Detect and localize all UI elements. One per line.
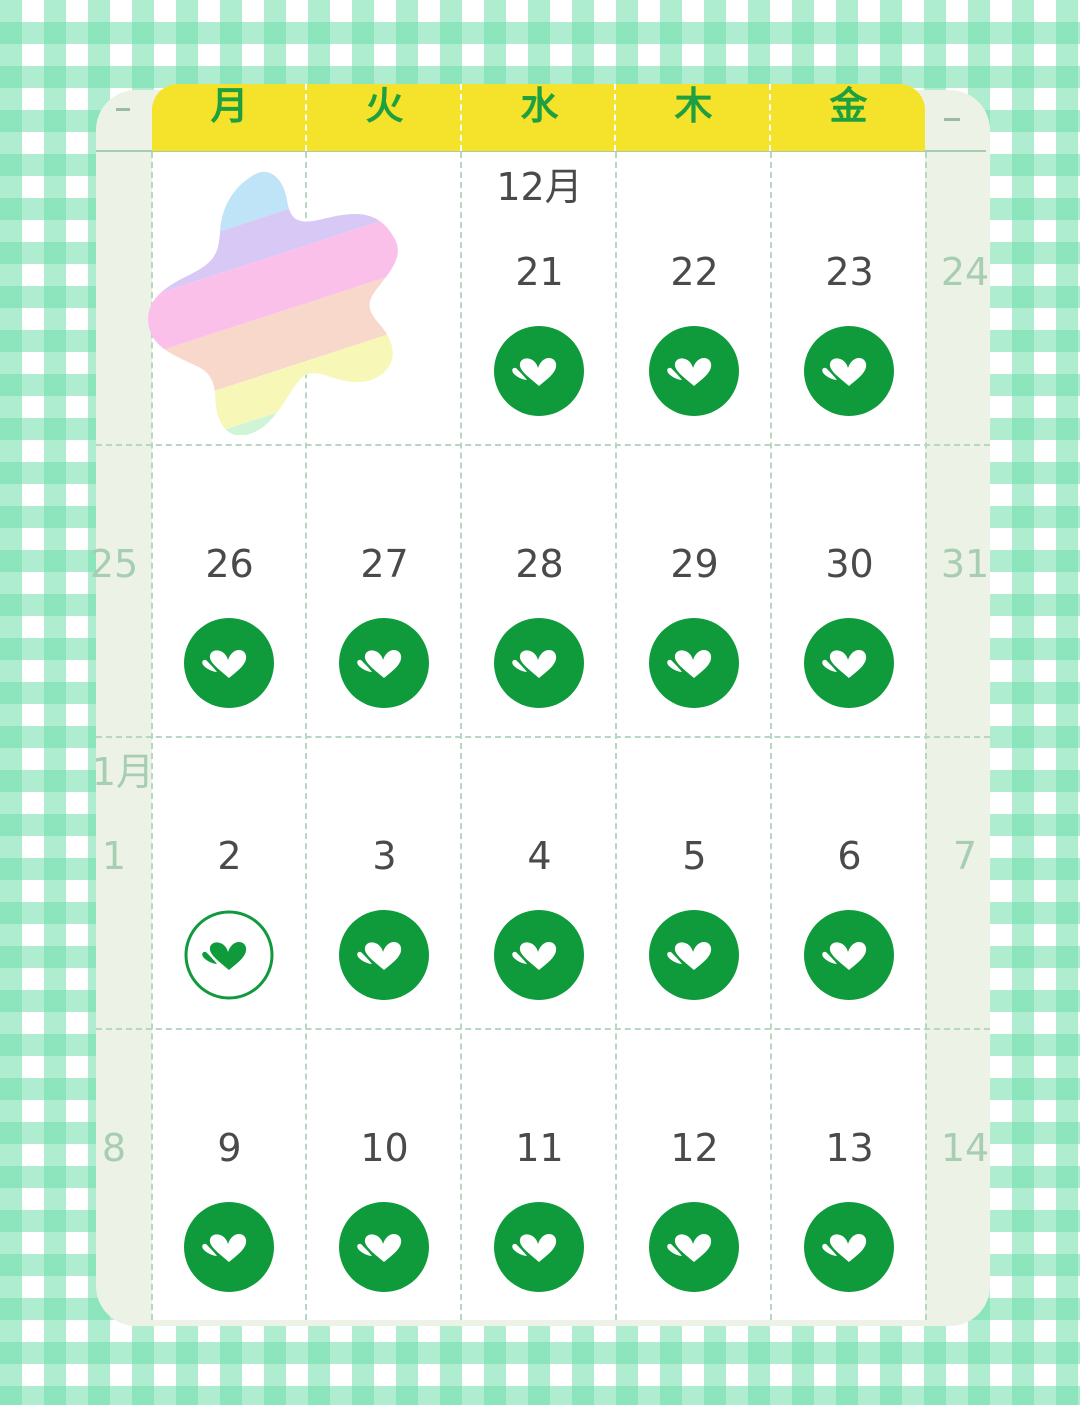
day-number[interactable]: 30 <box>772 542 927 586</box>
day-number[interactable]: 21 <box>462 250 617 294</box>
row-divider <box>96 444 990 446</box>
header-divider <box>614 84 616 151</box>
heart-stamp-icon[interactable] <box>804 910 894 1000</box>
heart-stamp-icon[interactable] <box>804 618 894 708</box>
heart-stamp-icon[interactable] <box>339 618 429 708</box>
weekday-mon: 月 <box>210 84 249 128</box>
prev-week-edge-mark <box>116 108 130 111</box>
saturday-date[interactable]: 7 <box>930 834 1000 878</box>
header-divider <box>460 84 462 151</box>
day-number[interactable]: 26 <box>152 542 307 586</box>
month-label-january: 1月 <box>91 750 154 794</box>
next-week-edge-mark <box>944 118 960 121</box>
weekday-tue: 火 <box>365 84 404 128</box>
heart-stamp-icon[interactable] <box>184 618 274 708</box>
sunday-date[interactable]: 8 <box>84 1126 144 1170</box>
day-number[interactable]: 29 <box>617 542 772 586</box>
heart-stamp-outline-icon[interactable] <box>184 910 274 1000</box>
heart-stamp-icon[interactable] <box>804 326 894 416</box>
saturday-date[interactable]: 31 <box>930 542 1000 586</box>
sunday-date[interactable]: 1 <box>84 834 144 878</box>
heart-stamp-icon[interactable] <box>494 1202 584 1292</box>
day-number[interactable]: 6 <box>772 834 927 878</box>
heart-stamp-icon[interactable] <box>494 618 584 708</box>
day-number[interactable]: 5 <box>617 834 772 878</box>
day-number[interactable]: 22 <box>617 250 772 294</box>
row-divider <box>96 736 990 738</box>
weekday-thu: 木 <box>674 84 713 128</box>
day-number[interactable]: 12 <box>617 1126 772 1170</box>
day-number[interactable]: 3 <box>307 834 462 878</box>
header-divider <box>305 84 307 151</box>
heart-stamp-icon[interactable] <box>339 1202 429 1292</box>
heart-stamp-icon[interactable] <box>649 326 739 416</box>
heart-stamp-icon[interactable] <box>494 326 584 416</box>
heart-stamp-icon[interactable] <box>649 910 739 1000</box>
day-number[interactable]: 27 <box>307 542 462 586</box>
day-number[interactable]: 9 <box>152 1126 307 1170</box>
heart-stamp-icon[interactable] <box>339 910 429 1000</box>
saturday-date[interactable]: 24 <box>930 250 1000 294</box>
day-number[interactable]: 28 <box>462 542 617 586</box>
day-number[interactable]: 11 <box>462 1126 617 1170</box>
header-divider <box>769 84 771 151</box>
day-number[interactable]: 13 <box>772 1126 927 1170</box>
weekday-fri: 金 <box>829 84 868 128</box>
rainbow-star-sticker <box>113 138 439 454</box>
heart-stamp-icon[interactable] <box>184 1202 274 1292</box>
day-number[interactable]: 10 <box>307 1126 462 1170</box>
star-sticker-graphic <box>113 138 439 454</box>
saturday-date[interactable]: 14 <box>930 1126 1000 1170</box>
day-number[interactable]: 4 <box>462 834 617 878</box>
heart-stamp-icon[interactable] <box>804 1202 894 1292</box>
heart-stamp-icon[interactable] <box>494 910 584 1000</box>
month-label-december: 12月 <box>496 165 583 209</box>
weekday-header: 月 火 水 木 金 <box>152 84 925 151</box>
row-divider <box>96 1028 990 1030</box>
day-number[interactable]: 23 <box>772 250 927 294</box>
heart-stamp-icon[interactable] <box>649 1202 739 1292</box>
sunday-date[interactable]: 25 <box>84 542 144 586</box>
heart-stamp-icon[interactable] <box>649 618 739 708</box>
weekday-wed: 水 <box>520 84 559 128</box>
day-number[interactable]: 2 <box>152 834 307 878</box>
